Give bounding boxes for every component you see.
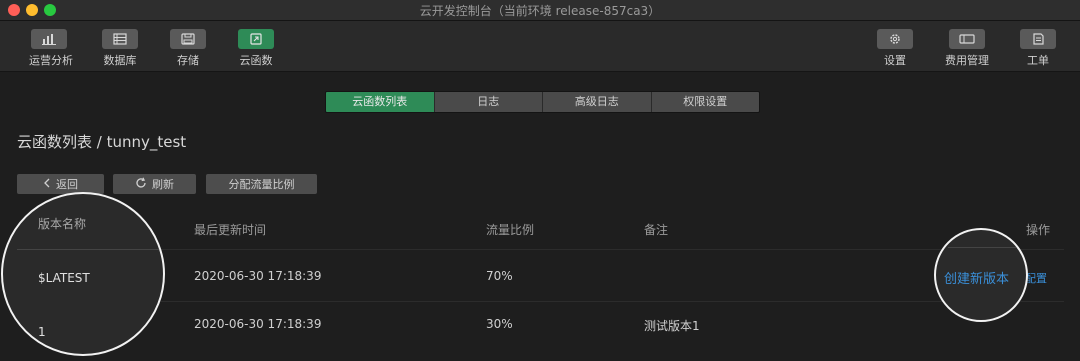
toolbar-label: 云函数 (239, 54, 273, 67)
highlight-divider (17, 249, 163, 250)
row-note: 测试版本1 (644, 319, 700, 333)
function-tabs: 云函数列表 日志 高级日志 权限设置 (325, 91, 760, 113)
row-traffic-ratio: 70% (486, 269, 513, 283)
row-traffic-ratio: 30% (486, 317, 513, 331)
toolbar-billing-button[interactable]: 费用管理 (945, 29, 989, 68)
chevron-left-icon (43, 178, 51, 191)
config-link[interactable]: 配置 (1025, 270, 1047, 286)
toolbar-label: 运营分析 (29, 54, 73, 67)
column-header-updated: 最后更新时间 (194, 223, 267, 237)
cloud-function-icon (238, 29, 274, 49)
tab-logs[interactable]: 日志 (434, 92, 543, 112)
ticket-icon (1020, 29, 1056, 49)
column-header-actions: 操作 (1026, 223, 1051, 237)
refresh-button[interactable]: 刷新 (113, 174, 196, 194)
refresh-icon (135, 177, 147, 192)
tab-advanced-logs[interactable]: 高级日志 (543, 92, 652, 112)
billing-icon (949, 29, 985, 49)
database-icon (102, 29, 138, 49)
page-title: 云函数列表 / tunny_test (17, 133, 187, 151)
toolbar-storage-button[interactable]: 存储 (168, 29, 208, 68)
create-version-highlight: 创建新版本 (934, 228, 1028, 322)
toolbar: 运营分析 数据库 存储 云函数 设置 费用管理 工单 (0, 21, 1080, 72)
version-name[interactable]: 1 (38, 325, 46, 339)
column-header-ratio: 流量比例 (486, 223, 535, 237)
back-button-label: 返回 (56, 178, 78, 191)
toolbar-label: 工单 (1027, 54, 1049, 67)
window-title: 云开发控制台（当前环境 release-857ca3） (419, 4, 661, 18)
table-divider (16, 249, 1064, 250)
toolbar-database-button[interactable]: 数据库 (100, 29, 140, 68)
toolbar-label: 费用管理 (945, 54, 989, 67)
create-new-version-link[interactable]: 创建新版本 (944, 268, 1009, 287)
column-header-version-name: 版本名称 (38, 217, 87, 231)
column-header-note: 备注 (644, 223, 669, 237)
highlight-divider (948, 247, 1016, 248)
toolbar-label: 数据库 (103, 54, 137, 67)
bar-chart-icon (31, 29, 67, 49)
back-button[interactable]: 返回 (17, 174, 104, 194)
table-divider (16, 301, 1064, 302)
tab-function-list[interactable]: 云函数列表 (326, 92, 435, 112)
refresh-button-label: 刷新 (152, 178, 174, 191)
allocate-traffic-button[interactable]: 分配流量比例 (206, 174, 317, 194)
title-bar: 云开发控制台（当前环境 release-857ca3） (0, 0, 1080, 21)
toolbar-analytics-button[interactable]: 运营分析 (29, 29, 73, 68)
toolbar-label: 设置 (884, 54, 906, 67)
allocate-traffic-label: 分配流量比例 (228, 178, 295, 191)
tab-permissions[interactable]: 权限设置 (651, 92, 759, 112)
toolbar-label: 存储 (177, 54, 199, 67)
toolbar-ticket-button[interactable]: 工单 (1018, 29, 1058, 68)
gear-icon (877, 29, 913, 49)
toolbar-settings-button[interactable]: 设置 (875, 29, 915, 68)
version-name[interactable]: $LATEST (38, 271, 90, 285)
row-updated-time: 2020-06-30 17:18:39 (194, 269, 322, 283)
version-name-highlight: 版本名称 $LATEST 1 (1, 192, 165, 356)
row-updated-time: 2020-06-30 17:18:39 (194, 317, 322, 331)
app-window: 云开发控制台（当前环境 release-857ca3） 运营分析 数据库 存储 (0, 0, 1080, 361)
toolbar-cloud-function-button[interactable]: 云函数 (236, 29, 276, 68)
storage-icon (170, 29, 206, 49)
